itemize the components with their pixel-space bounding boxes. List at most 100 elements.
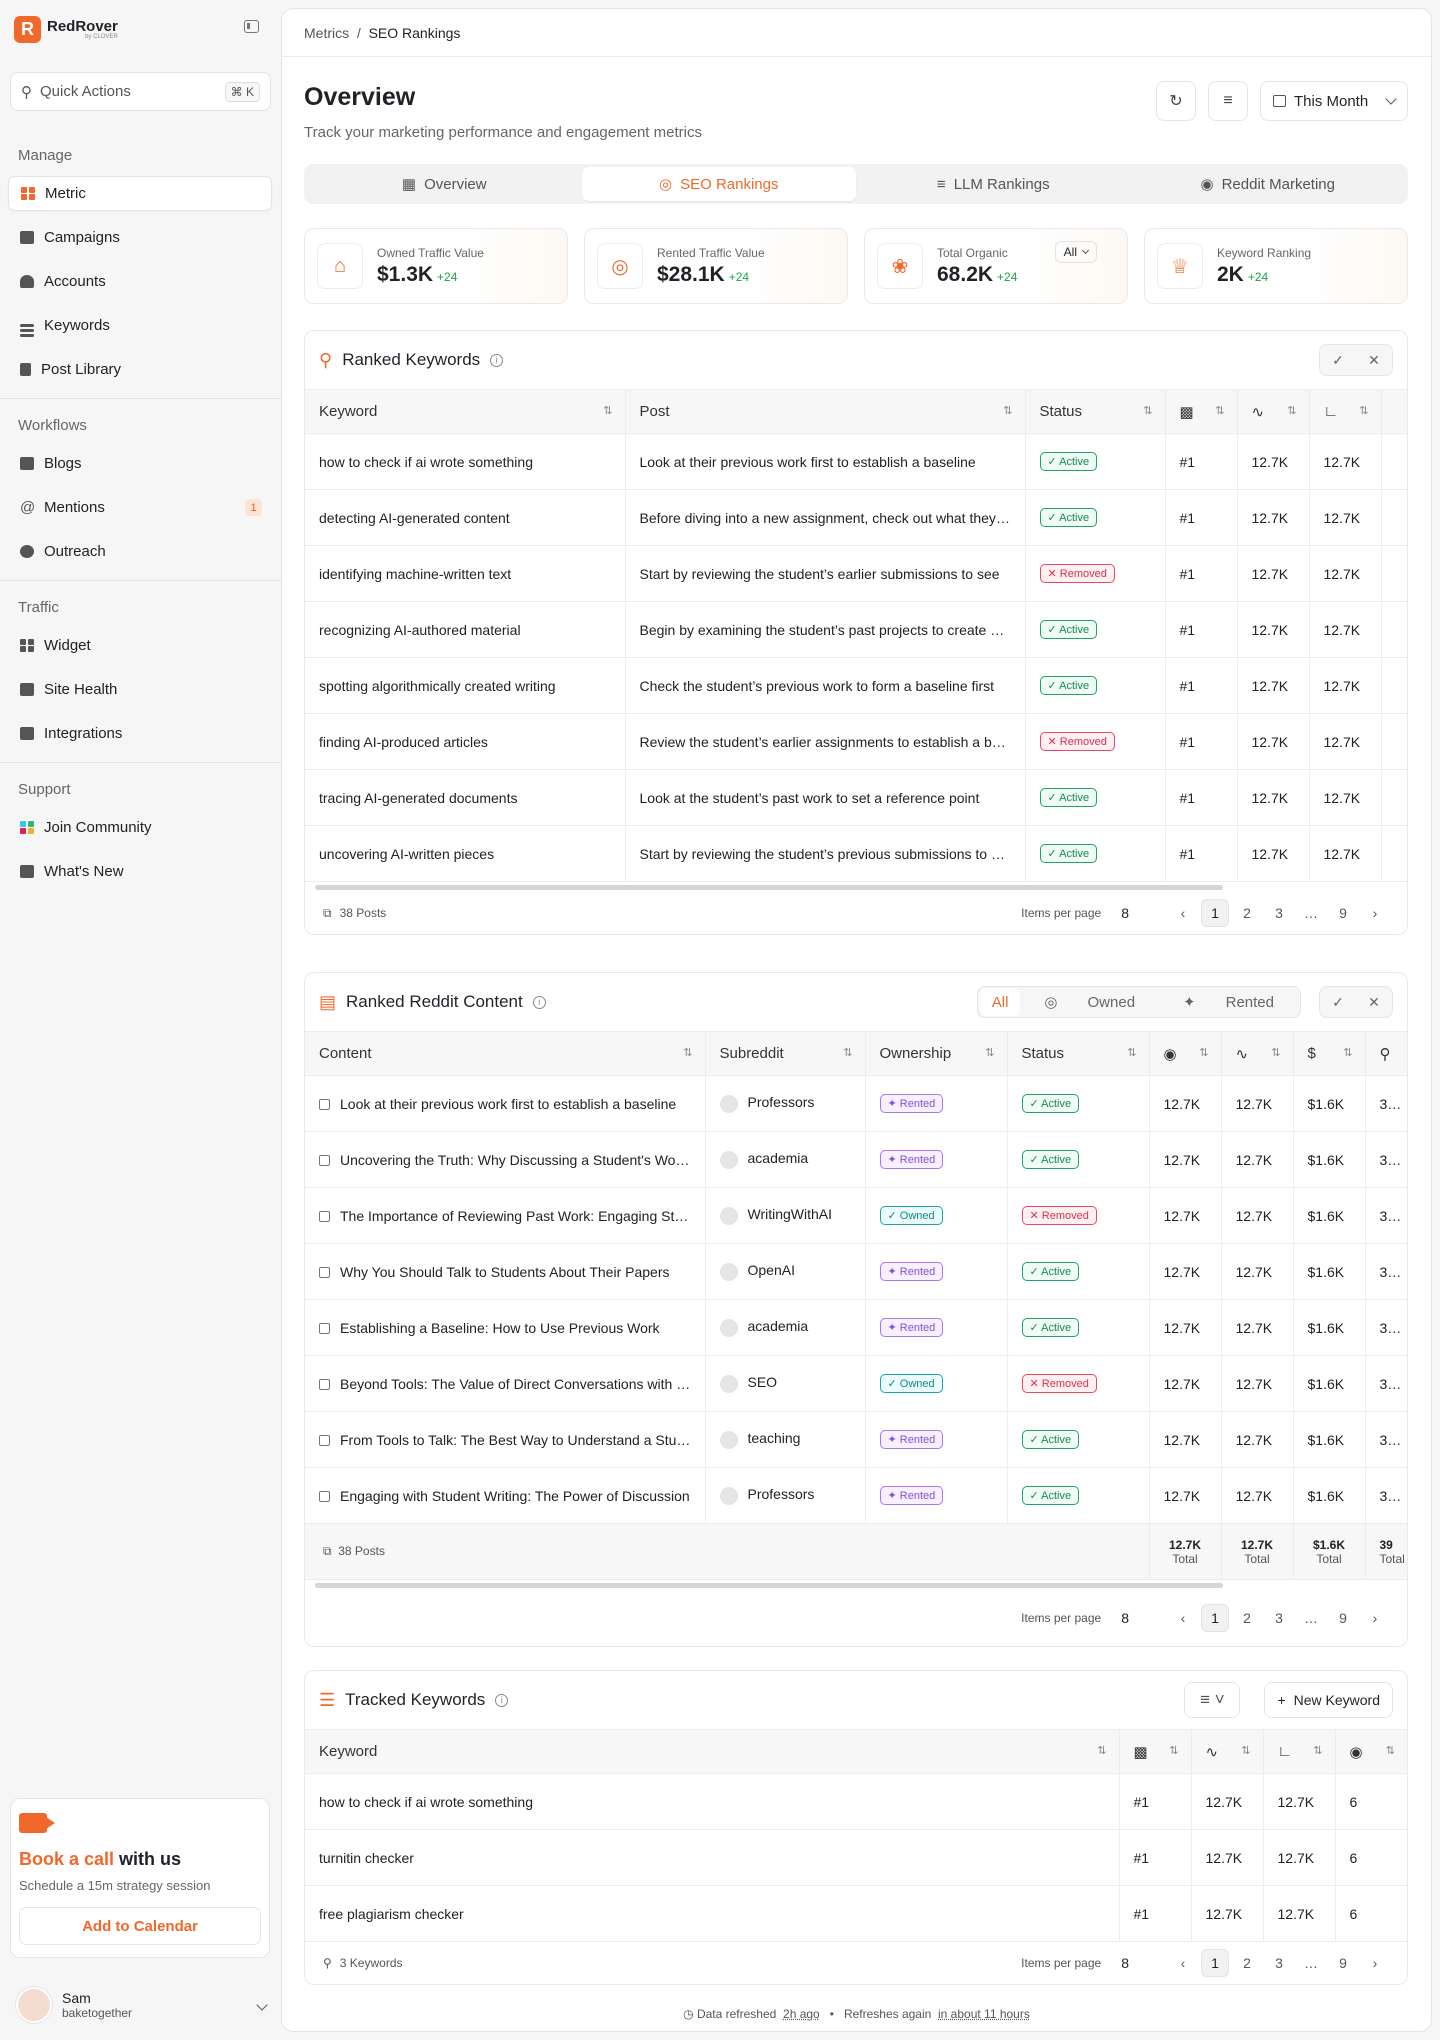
col-activity[interactable]: ∿ ⇅: [1220, 1031, 1293, 1076]
filter-rented[interactable]: ✦ Rented: [1159, 988, 1298, 1016]
table-row[interactable]: how to check if ai wrote something #1 12.7…: [305, 1773, 1407, 1830]
horizontal-scrollbar[interactable]: [305, 882, 1407, 892]
sidebar-item-join-community[interactable]: Join Community: [8, 810, 272, 845]
col-traffic[interactable]: ∿ ⇅: [1236, 389, 1309, 434]
organic-filter-select[interactable]: All: [1054, 241, 1097, 263]
next-page-icon[interactable]: ›: [1361, 1604, 1389, 1632]
items-per-page-select[interactable]: 8: [1121, 1610, 1129, 1626]
col-status[interactable]: Status ⇅: [1024, 389, 1165, 434]
page-9[interactable]: 9: [1329, 899, 1357, 927]
col-value[interactable]: $ ⇅: [1292, 1031, 1365, 1076]
col-keyword[interactable]: Keyword ⇅: [305, 1729, 1119, 1774]
table-row[interactable]: identifying machine-written text Start by…: [305, 545, 1407, 602]
table-row[interactable]: Engaging with Student Writing: The Power…: [305, 1467, 1407, 1524]
page-3[interactable]: 3: [1265, 899, 1293, 927]
tab-seo-rankings[interactable]: ◎ SEO Rankings: [581, 167, 856, 201]
col-rank[interactable]: ▩ ⇅: [1164, 389, 1237, 434]
sidebar-item-campaigns[interactable]: Campaigns: [8, 220, 272, 255]
page-2[interactable]: 2: [1233, 1949, 1261, 1977]
refresh-button[interactable]: ↻: [1156, 81, 1196, 121]
col-post[interactable]: Post ⇅: [624, 389, 1025, 434]
table-row[interactable]: tracing AI-generated documents Look at th…: [305, 769, 1407, 826]
filter-owned[interactable]: ◎ Owned: [1020, 988, 1159, 1016]
col-status[interactable]: Status ⇅: [1006, 1031, 1149, 1076]
sidebar-item-integrations[interactable]: Integrations: [8, 716, 272, 751]
x-circle-icon[interactable]: ✕: [1356, 986, 1392, 1018]
sidebar-item-outreach[interactable]: Outreach: [8, 534, 272, 569]
sidebar-item-metric[interactable]: Metric: [8, 176, 272, 211]
table-row[interactable]: how to check if ai wrote something Look a…: [305, 433, 1407, 490]
col-keyword[interactable]: Keyword ⇅: [305, 389, 625, 434]
table-row[interactable]: turnitin checker #1 12.7K 12.7K 6: [305, 1829, 1407, 1886]
page-3[interactable]: 3: [1265, 1949, 1293, 1977]
table-row[interactable]: Beyond Tools: The Value of Direct Conver…: [305, 1355, 1407, 1412]
sidebar-item-mentions[interactable]: @ Mentions 1: [8, 490, 272, 525]
info-icon[interactable]: i: [495, 1693, 509, 1707]
sidebar-item-post-library[interactable]: Post Library: [8, 352, 272, 387]
col-content[interactable]: Content ⇅: [305, 1031, 705, 1076]
horizontal-scrollbar[interactable]: [305, 1580, 1407, 1590]
col-views[interactable]: ◉ ⇅: [1148, 1031, 1221, 1076]
tab-llm-rankings[interactable]: ≡ LLM Rankings: [856, 167, 1131, 201]
next-page-icon[interactable]: ›: [1361, 899, 1389, 927]
table-row[interactable]: finding AI-produced articles Review the s…: [305, 713, 1407, 770]
table-row[interactable]: spotting algorithmically created writing…: [305, 657, 1407, 714]
check-circle-icon[interactable]: ✓: [1320, 986, 1356, 1018]
x-circle-icon[interactable]: ✕: [1356, 344, 1392, 376]
col-posts[interactable]: ◉ ⇅: [1334, 1729, 1407, 1774]
sidebar-item-whats-new[interactable]: What's New: [8, 854, 272, 889]
col-volume[interactable]: ∟ ⇅: [1262, 1729, 1335, 1774]
page-3[interactable]: 3: [1265, 1604, 1293, 1632]
table-row[interactable]: uncovering AI-written pieces Start by rev…: [305, 825, 1407, 882]
col-traffic[interactable]: ∿ ⇅: [1190, 1729, 1263, 1774]
tab-reddit-marketing[interactable]: ◉ Reddit Marketing: [1131, 167, 1406, 201]
sidebar-item-accounts[interactable]: Accounts: [8, 264, 272, 299]
page-9[interactable]: 9: [1329, 1949, 1357, 1977]
table-row[interactable]: detecting AI-generated content Before div…: [305, 489, 1407, 546]
sidebar-item-site-health[interactable]: Site Health: [8, 672, 272, 707]
next-page-icon[interactable]: ›: [1361, 1949, 1389, 1977]
table-row[interactable]: recognizing AI-authored material Begin by…: [305, 601, 1407, 658]
col-ownership[interactable]: Ownership ⇅: [864, 1031, 1007, 1076]
tab-overview[interactable]: ▦ Overview: [307, 167, 582, 201]
user-menu[interactable]: Sam baketogether: [16, 1986, 268, 2024]
period-select[interactable]: This Month: [1260, 81, 1408, 121]
table-row[interactable]: free plagiarism checker #1 12.7K 12.7K 6: [305, 1885, 1407, 1942]
col-rank[interactable]: ▩ ⇅: [1118, 1729, 1191, 1774]
page-2[interactable]: 2: [1233, 899, 1261, 927]
page-1[interactable]: 1: [1201, 899, 1229, 927]
table-row[interactable]: Uncovering the Truth: Why Discussing a S…: [305, 1131, 1407, 1188]
page-1[interactable]: 1: [1201, 1949, 1229, 1977]
col-subreddit[interactable]: Subreddit ⇅: [704, 1031, 865, 1076]
table-row[interactable]: The Importance of Reviewing Past Work: E…: [305, 1187, 1407, 1244]
breadcrumb-parent[interactable]: Metrics: [304, 25, 349, 41]
page-9[interactable]: 9: [1329, 1604, 1357, 1632]
filter-dropdown[interactable]: ≡ ˅: [1184, 1682, 1241, 1718]
brand-logo[interactable]: R RedRover by CLOVER: [14, 16, 118, 43]
sidebar-item-keywords[interactable]: Keywords: [8, 308, 272, 343]
filter-all[interactable]: All: [979, 988, 1021, 1016]
sidebar-item-widget[interactable]: Widget: [8, 628, 272, 663]
quick-actions-button[interactable]: ⚲ Quick Actions ⌘ K: [10, 72, 271, 111]
sidebar-item-blogs[interactable]: Blogs: [8, 446, 272, 481]
page-2[interactable]: 2: [1233, 1604, 1261, 1632]
add-to-calendar-button[interactable]: Add to Calendar: [19, 1907, 261, 1945]
prev-page-icon[interactable]: ‹: [1169, 1604, 1197, 1632]
prev-page-icon[interactable]: ‹: [1169, 1949, 1197, 1977]
table-row[interactable]: Look at their previous work first to est…: [305, 1075, 1407, 1132]
table-row[interactable]: From Tools to Talk: The Best Way to Unde…: [305, 1411, 1407, 1468]
sidebar-collapse-icon[interactable]: [244, 20, 259, 33]
table-row[interactable]: Why You Should Talk to Students About Th…: [305, 1243, 1407, 1300]
col-volume[interactable]: ∟ ⇅: [1308, 389, 1381, 434]
check-circle-icon[interactable]: ✓: [1320, 344, 1356, 376]
items-per-page-select[interactable]: 8: [1121, 905, 1129, 921]
col-search[interactable]: ⚲: [1364, 1031, 1407, 1076]
new-keyword-button[interactable]: + New Keyword: [1264, 1682, 1393, 1718]
prev-page-icon[interactable]: ‹: [1169, 899, 1197, 927]
page-1[interactable]: 1: [1201, 1604, 1229, 1632]
info-icon[interactable]: i: [490, 353, 504, 367]
info-icon[interactable]: i: [532, 995, 546, 1009]
table-row[interactable]: Establishing a Baseline: How to Use Prev…: [305, 1299, 1407, 1356]
items-per-page-select[interactable]: 8: [1121, 1955, 1129, 1971]
filter-button[interactable]: ≡: [1208, 81, 1248, 121]
